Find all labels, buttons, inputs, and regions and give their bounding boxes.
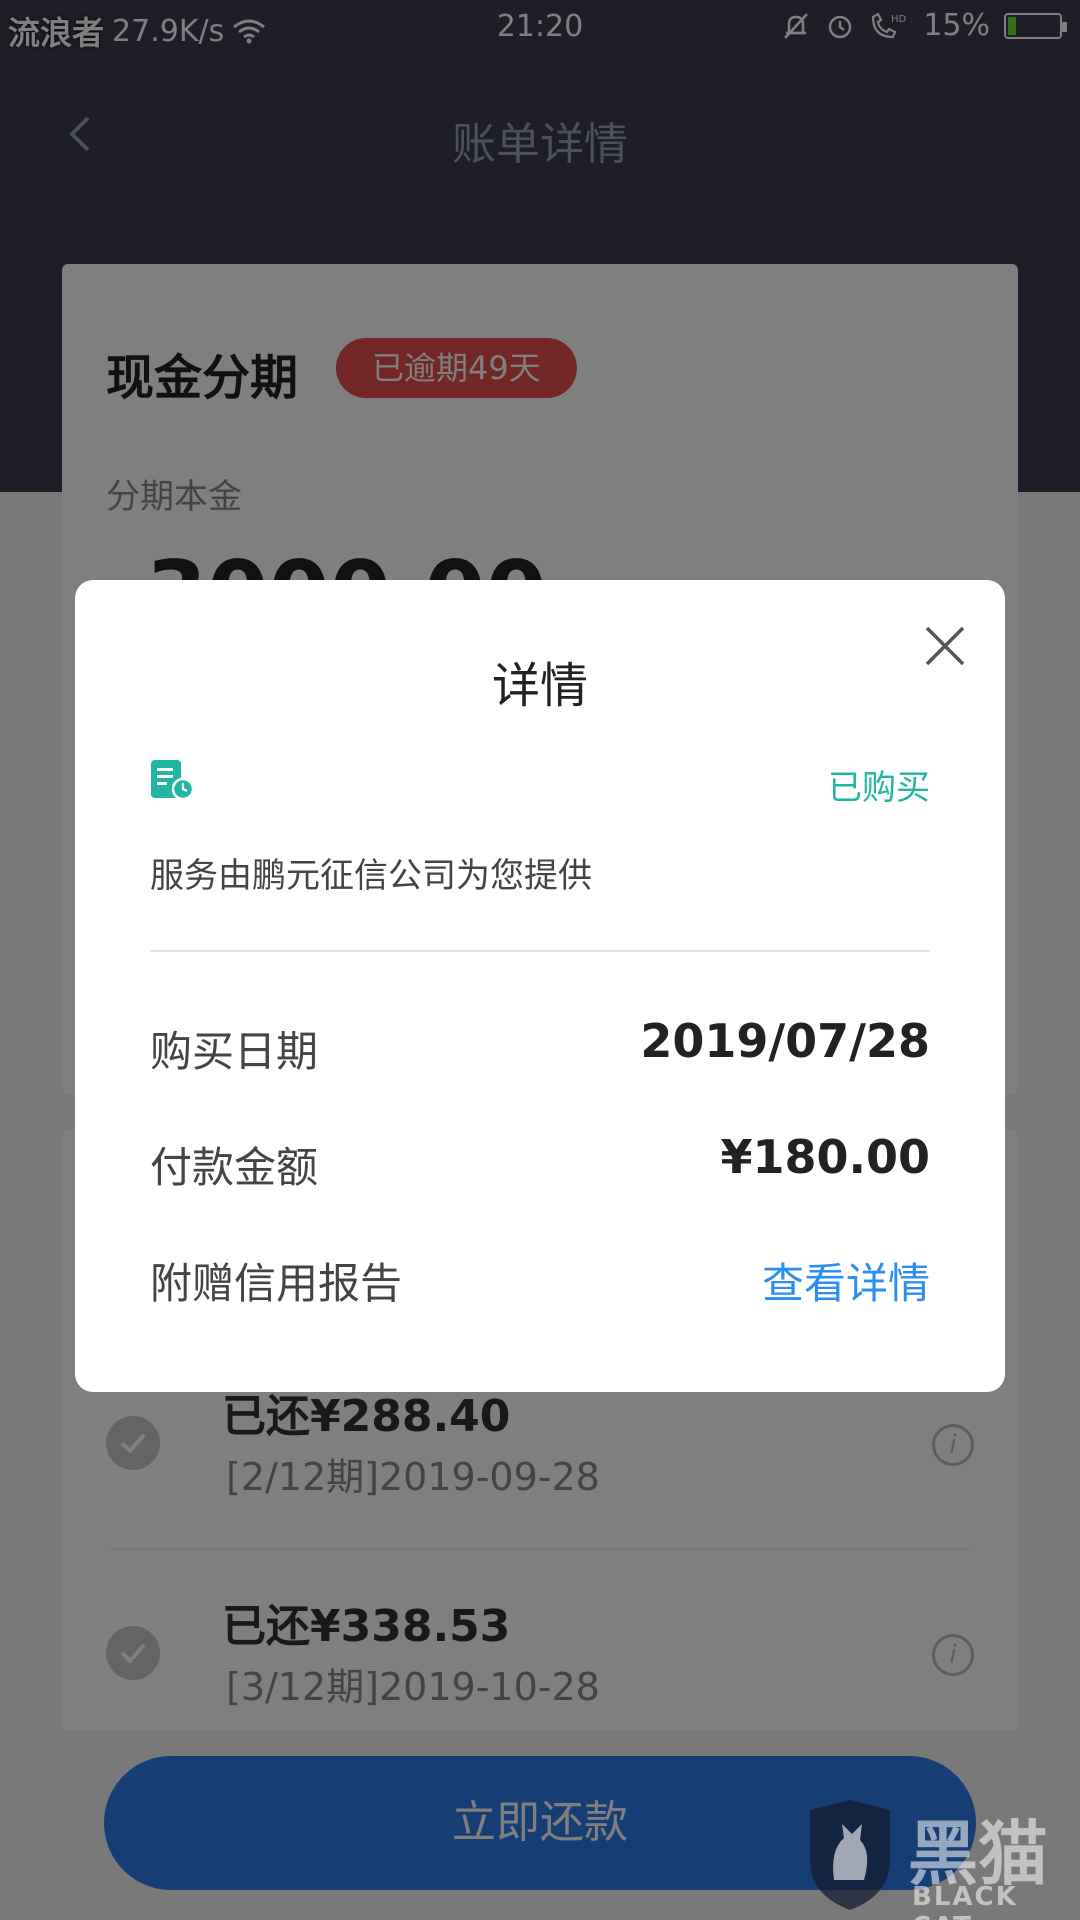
document-clock-icon — [151, 760, 195, 801]
detail-modal: 详情 已购买 服务由鹏元征信公司为您提供 购买日期 2019/07/28 付款金… — [75, 580, 1005, 1392]
credit-report-label: 附赠信用报告 — [150, 1259, 403, 1308]
modal-title: 详情 — [491, 658, 588, 714]
service-description: 服务由鹏元征信公司为您提供 — [150, 856, 592, 896]
view-details-link[interactable]: 查看详情 — [762, 1250, 930, 1311]
payment-amount-label: 付款金额 — [150, 1143, 319, 1192]
purchase-date-value: 2019/07/28 — [640, 1014, 930, 1068]
service-status: 已购买 — [828, 768, 930, 808]
brand-watermark: 黑猫 BLACK CAT — [790, 1790, 1080, 1920]
close-icon[interactable] — [923, 624, 967, 668]
brand-name-en: BLACK CAT — [912, 1882, 1018, 1920]
divider — [150, 950, 930, 952]
cat-shield-icon — [810, 1800, 890, 1910]
purchase-date-label: 购买日期 — [150, 1027, 319, 1076]
payment-amount-value: ¥180.00 — [720, 1130, 930, 1184]
